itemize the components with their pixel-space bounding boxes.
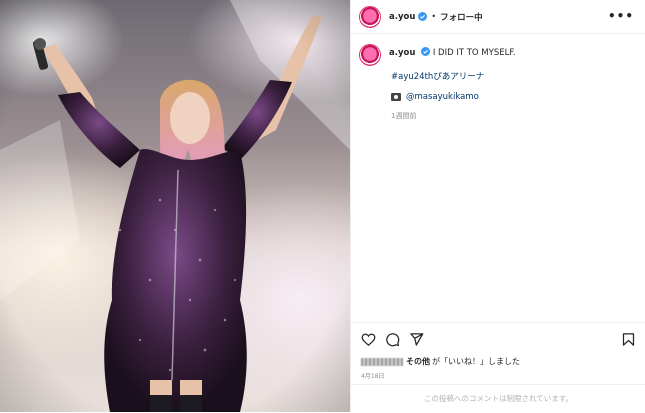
hashtag-link[interactable]: #ayu24thぴあアリーナ [391, 70, 484, 82]
instagram-post: a.you • フォロー中 ••• a.you I DID IT TO MYSE… [0, 0, 645, 412]
bookmark-icon[interactable] [621, 332, 636, 347]
following-button[interactable]: フォロー中 [440, 11, 483, 23]
post-sidebar: a.you • フォロー中 ••• a.you I DID IT TO MYSE… [350, 0, 645, 412]
caption-block: a.you I DID IT TO MYSELF. [359, 44, 639, 66]
likes-text: が「いいね！」しました [432, 357, 520, 366]
caption-timestamp[interactable]: 1週間前 [391, 111, 416, 121]
avatar[interactable] [359, 5, 381, 28]
post-photo[interactable] [0, 0, 350, 412]
photographer-mention[interactable]: @masayukikamo [406, 92, 479, 102]
performer-illustration [0, 0, 350, 412]
likes-summary[interactable]: その他 が「いいね！」しました [361, 356, 520, 367]
verified-icon [418, 12, 428, 21]
photo-credit: @masayukikamo [391, 92, 479, 102]
comment-icon[interactable] [385, 332, 400, 347]
share-icon[interactable] [409, 332, 424, 347]
header-username[interactable]: a.you [389, 12, 415, 22]
more-icon[interactable]: ••• [608, 10, 634, 22]
post-header: a.you • フォロー中 ••• [351, 0, 645, 34]
header-separator: • [431, 12, 437, 21]
verified-icon [421, 47, 431, 56]
camera-icon [391, 93, 401, 101]
comments-restricted-notice: この投稿へのコメントは制限されています。 [351, 384, 645, 412]
liker-name-redacted [361, 357, 403, 366]
action-bar [351, 322, 645, 352]
caption-avatar[interactable] [359, 44, 381, 66]
caption-text: I DID IT TO MYSELF. [432, 48, 516, 58]
caption-username[interactable]: a.you [389, 48, 415, 58]
heart-icon[interactable] [361, 332, 376, 347]
likes-others-label[interactable]: その他 [406, 356, 430, 367]
post-date[interactable]: 4月18日 [361, 371, 384, 380]
